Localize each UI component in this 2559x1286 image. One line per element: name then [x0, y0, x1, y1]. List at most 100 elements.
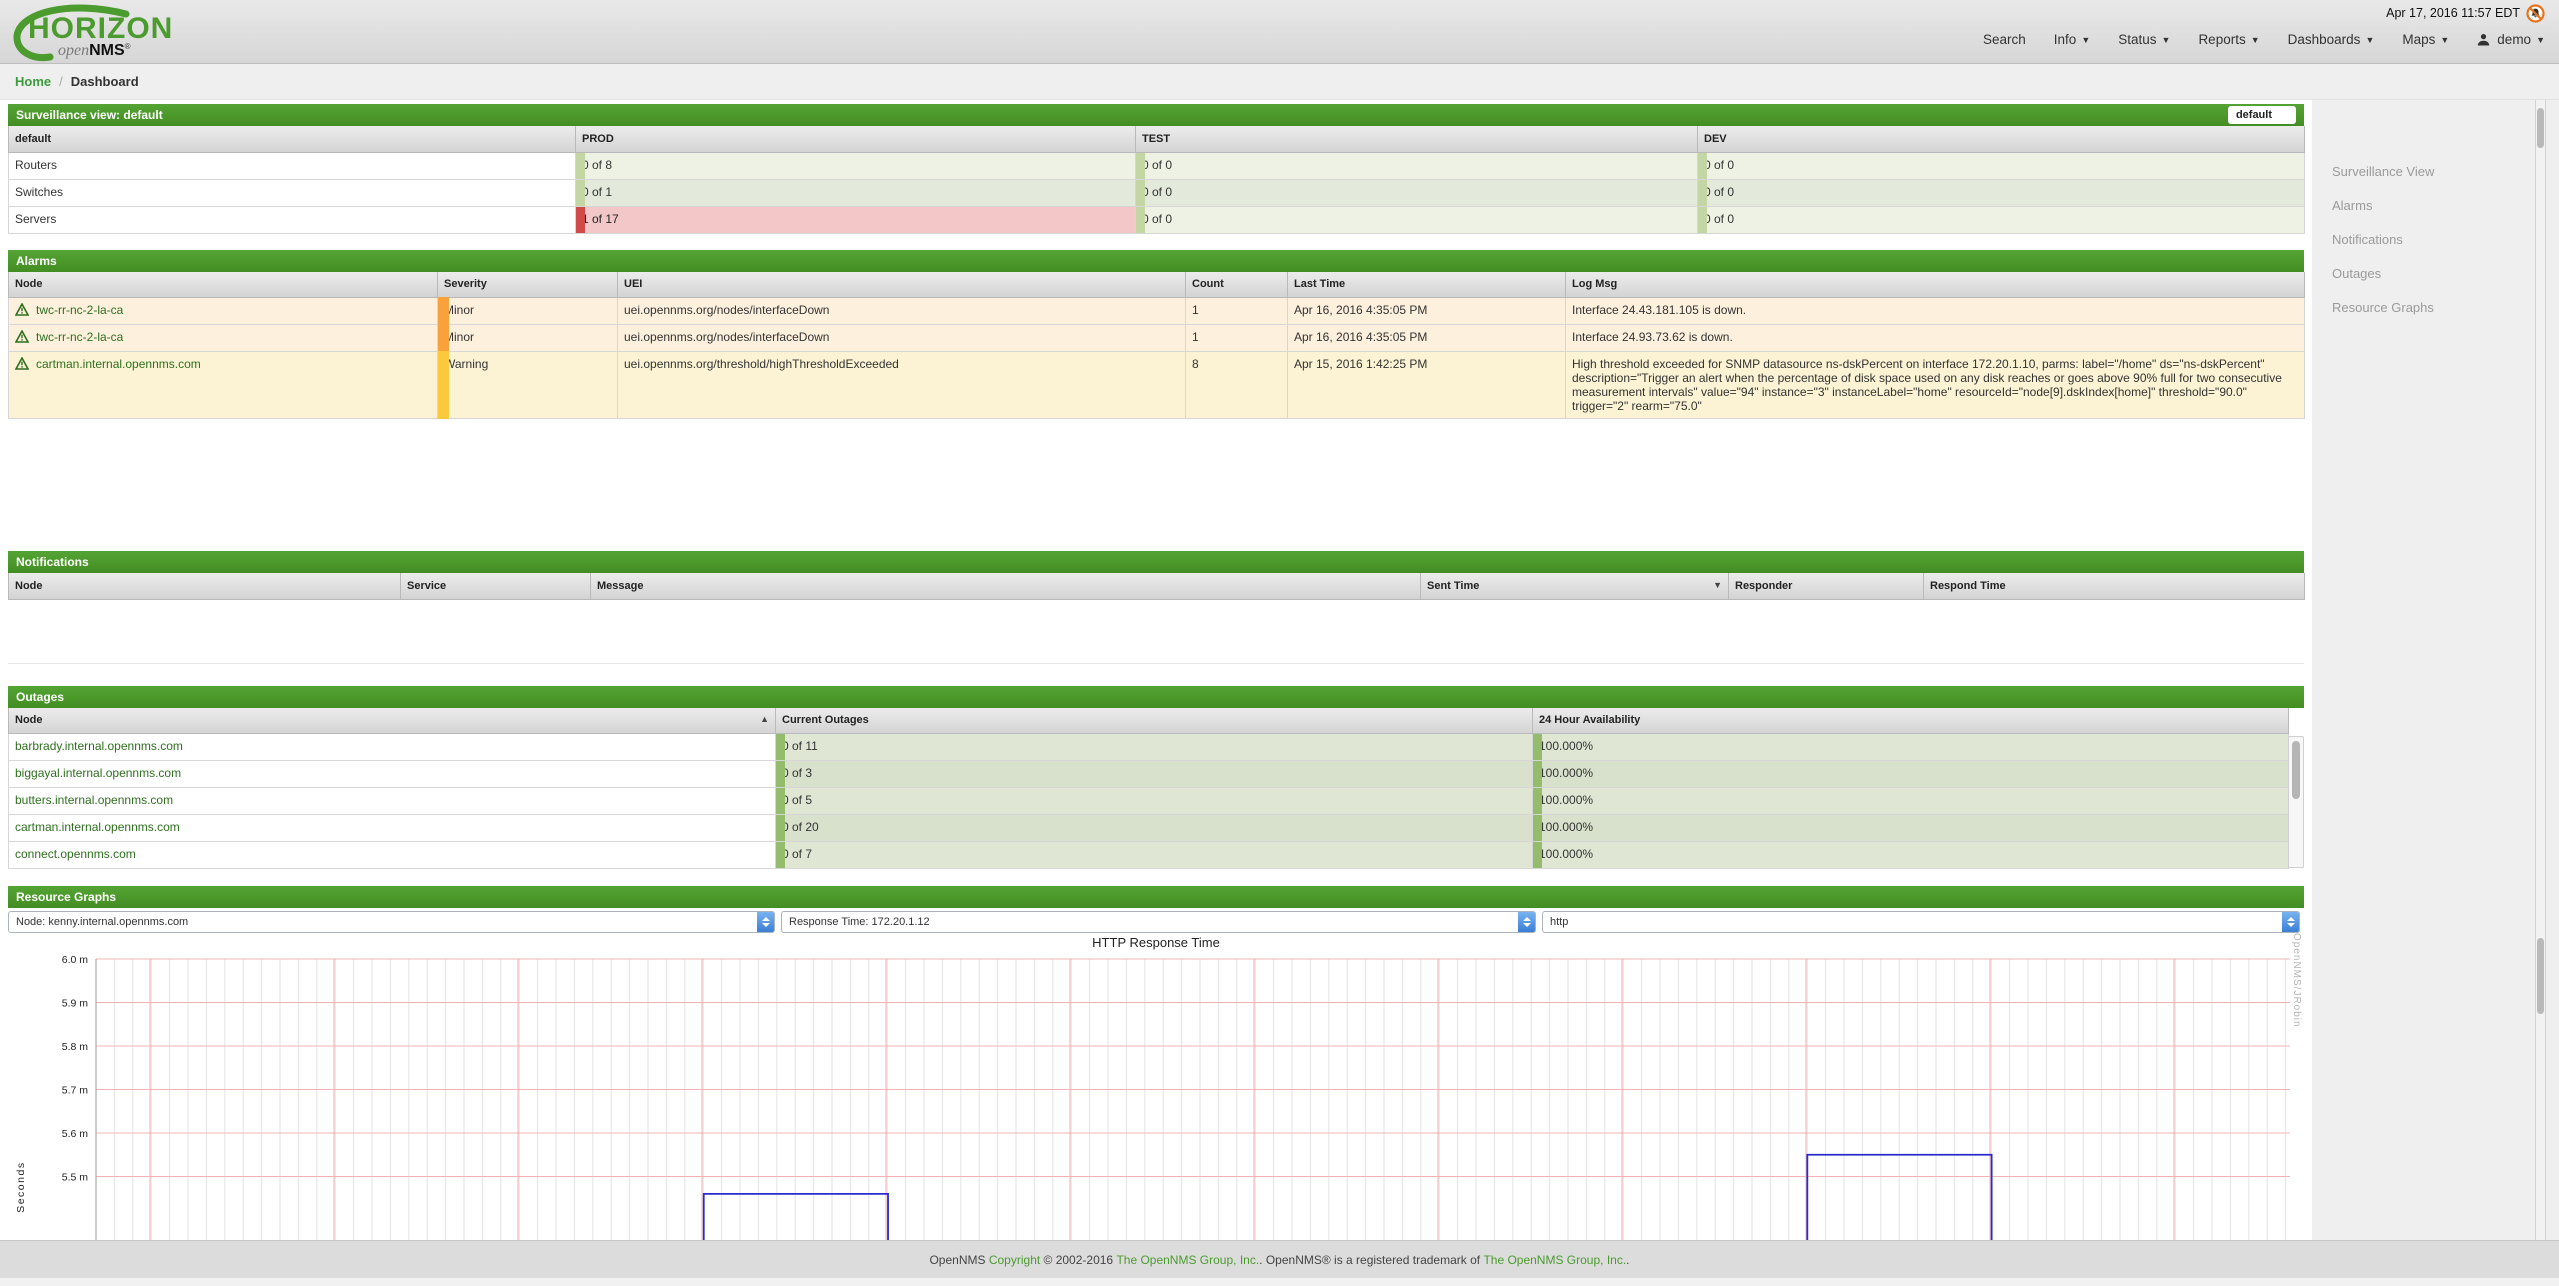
outage-row: connect.opennms.com 0 of 7 100.000%	[9, 842, 2289, 869]
outages-header: Outages	[8, 686, 2304, 708]
col-header-node[interactable]: Node	[9, 573, 401, 599]
select-spinner-icon	[2280, 106, 2296, 124]
resource-select-value: http	[1550, 916, 1568, 928]
alarm-count: 1	[1186, 298, 1288, 325]
resource-select[interactable]: Node: kenny.internal.opennms.com	[8, 911, 775, 933]
outage-current-value: 0 of 3	[782, 766, 812, 780]
severity-color-bar	[438, 297, 449, 325]
col-header-respond-time[interactable]: Respond Time	[1924, 573, 2305, 599]
alarm-last-time: Apr 16, 2016 4:35:05 PM	[1288, 325, 1566, 352]
chevron-down-icon: ▼	[2162, 35, 2171, 45]
surveillance-status-cell[interactable]: 0 of 0	[1698, 152, 2305, 179]
outage-node-link[interactable]: connect.opennms.com	[15, 847, 136, 861]
surveillance-status-cell[interactable]: 0 of 0	[1698, 179, 2305, 206]
outages-title: Outages	[16, 690, 64, 704]
outages-scrollbar[interactable]	[2288, 736, 2304, 869]
sidebar-link-alarms[interactable]: Alarms	[2332, 189, 2559, 223]
status-strip	[776, 815, 785, 841]
col-header-node[interactable]: Node	[9, 272, 438, 298]
outage-node-link[interactable]: biggayal.internal.opennms.com	[15, 766, 181, 780]
sidebar-link-resource-graphs[interactable]: Resource Graphs	[2332, 291, 2559, 325]
surveillance-view-select[interactable]: default	[2228, 106, 2296, 124]
col-header-last-time[interactable]: Last Time	[1288, 272, 1566, 298]
outage-node-cell: biggayal.internal.opennms.com	[9, 761, 776, 788]
main-nav: Search Info ▼ Status ▼ Reports ▼ Dashboa…	[1983, 32, 2545, 47]
col-header-node[interactable]: Node▲	[9, 708, 776, 734]
alarm-node-link[interactable]: twc-rr-nc-2-la-ca	[36, 330, 123, 344]
col-header-uei[interactable]: UEI	[618, 272, 1186, 298]
chevron-down-icon: ▼	[2365, 35, 2374, 45]
surveillance-row: Switches 0 of 1 0 of 0 0 of 0	[9, 179, 2305, 206]
copyright-link[interactable]: Copyright	[989, 1253, 1040, 1267]
col-header-responder[interactable]: Responder	[1729, 573, 1924, 599]
col-header-prod[interactable]: PROD	[576, 126, 1136, 152]
surveillance-status-cell[interactable]: 0 of 0	[1136, 152, 1698, 179]
opennms-group-link[interactable]: The OpenNMS Group, Inc.	[1483, 1253, 1626, 1267]
col-header-current-outages[interactable]: Current Outages	[776, 708, 1533, 734]
user-menu[interactable]: demo ▼	[2477, 32, 2545, 47]
col-header-message[interactable]: Message	[591, 573, 1421, 599]
outage-row: biggayal.internal.opennms.com 0 of 3 100…	[9, 761, 2289, 788]
notifications-off-icon[interactable]	[2526, 4, 2545, 23]
svg-text:5.5 m: 5.5 m	[62, 1172, 89, 1184]
surveillance-status-cell[interactable]: 1 of 17	[576, 206, 1136, 233]
nav-item-status[interactable]: Status ▼	[2118, 32, 2170, 47]
col-header-default[interactable]: default	[9, 126, 576, 152]
alarms-header: Alarms	[8, 250, 2304, 272]
col-header-dev[interactable]: DEV	[1698, 126, 2305, 152]
outage-node-link[interactable]: butters.internal.opennms.com	[15, 793, 173, 807]
sidebar-link-outages[interactable]: Outages	[2332, 257, 2559, 291]
opennms-horizon-logo[interactable]: HORIZON openNMS®	[14, 6, 194, 62]
outages-scrollbar-thumb[interactable]	[2292, 741, 2300, 799]
page-scrollbar[interactable]	[2535, 100, 2546, 1240]
surveillance-status-cell[interactable]: 0 of 1	[576, 179, 1136, 206]
outage-availability-cell: 100.000%	[1533, 815, 2289, 842]
surveillance-dashlet: Surveillance view: default default defau…	[8, 104, 2304, 234]
status-value: 0 of 0	[1704, 185, 1734, 199]
resource-select[interactable]: http	[1542, 911, 2300, 933]
surveillance-status-cell[interactable]: 0 of 0	[1136, 206, 1698, 233]
status-strip	[576, 153, 585, 179]
alarm-last-time: Apr 16, 2016 4:35:05 PM	[1288, 298, 1566, 325]
sidebar-link-surveillance-view[interactable]: Surveillance View	[2332, 155, 2559, 189]
outage-node-link[interactable]: cartman.internal.opennms.com	[15, 820, 180, 834]
outage-node-link[interactable]: barbrady.internal.opennms.com	[15, 739, 183, 753]
scrollbar-thumb[interactable]	[2537, 108, 2544, 148]
logo-title: HORIZON	[28, 12, 173, 46]
nav-item-search[interactable]: Search	[1983, 32, 2026, 47]
col-header-availability[interactable]: 24 Hour Availability	[1533, 708, 2289, 734]
chart-title: HTTP Response Time	[8, 933, 2304, 951]
resource-graphs-title: Resource Graphs	[16, 890, 116, 904]
svg-text:Seconds: Seconds	[15, 1161, 27, 1212]
scrollbar-thumb[interactable]	[2537, 938, 2544, 1014]
breadcrumb-home-link[interactable]: Home	[15, 74, 51, 89]
status-value: 0 of 0	[1142, 212, 1172, 226]
nav-item-maps[interactable]: Maps ▼	[2402, 32, 2449, 47]
surveillance-status-cell[interactable]: 0 of 0	[1136, 179, 1698, 206]
alarm-last-time: Apr 15, 2016 1:42:25 PM	[1288, 352, 1566, 419]
current-datetime: Apr 17, 2016 11:57 EDT	[2386, 6, 2520, 20]
col-header-severity[interactable]: Severity	[438, 272, 618, 298]
nav-item-reports[interactable]: Reports ▼	[2198, 32, 2259, 47]
sidebar-link-notifications[interactable]: Notifications	[2332, 223, 2559, 257]
footer-mid1: © 2002-2016	[1040, 1253, 1116, 1267]
col-header-count[interactable]: Count	[1186, 272, 1288, 298]
col-header-sent-time[interactable]: Sent Time▼	[1421, 573, 1729, 599]
col-header-log-msg[interactable]: Log Msg	[1566, 272, 2305, 298]
col-header-test[interactable]: TEST	[1136, 126, 1698, 152]
surveillance-status-cell[interactable]: 0 of 0	[1698, 206, 2305, 233]
alarm-node-link[interactable]: twc-rr-nc-2-la-ca	[36, 303, 123, 317]
notifications-dashlet: Notifications Node Service Message Sent …	[8, 551, 2304, 664]
nav-item-info[interactable]: Info ▼	[2054, 32, 2090, 47]
nav-item-dashboards[interactable]: Dashboards ▼	[2288, 32, 2375, 47]
col-header-service[interactable]: Service	[401, 573, 591, 599]
alarm-node-link[interactable]: cartman.internal.opennms.com	[36, 357, 201, 371]
opennms-group-link[interactable]: The OpenNMS Group, Inc.	[1116, 1253, 1259, 1267]
status-value: 0 of 0	[1704, 212, 1734, 226]
resource-select[interactable]: Response Time: 172.20.1.12	[781, 911, 1536, 933]
notifications-title: Notifications	[16, 555, 89, 569]
svg-text:6.0 m: 6.0 m	[62, 954, 89, 966]
dashboard-main: Surveillance view: default default defau…	[0, 100, 2312, 1240]
surveillance-status-cell[interactable]: 0 of 8	[576, 152, 1136, 179]
select-spinner-icon	[2282, 912, 2299, 932]
